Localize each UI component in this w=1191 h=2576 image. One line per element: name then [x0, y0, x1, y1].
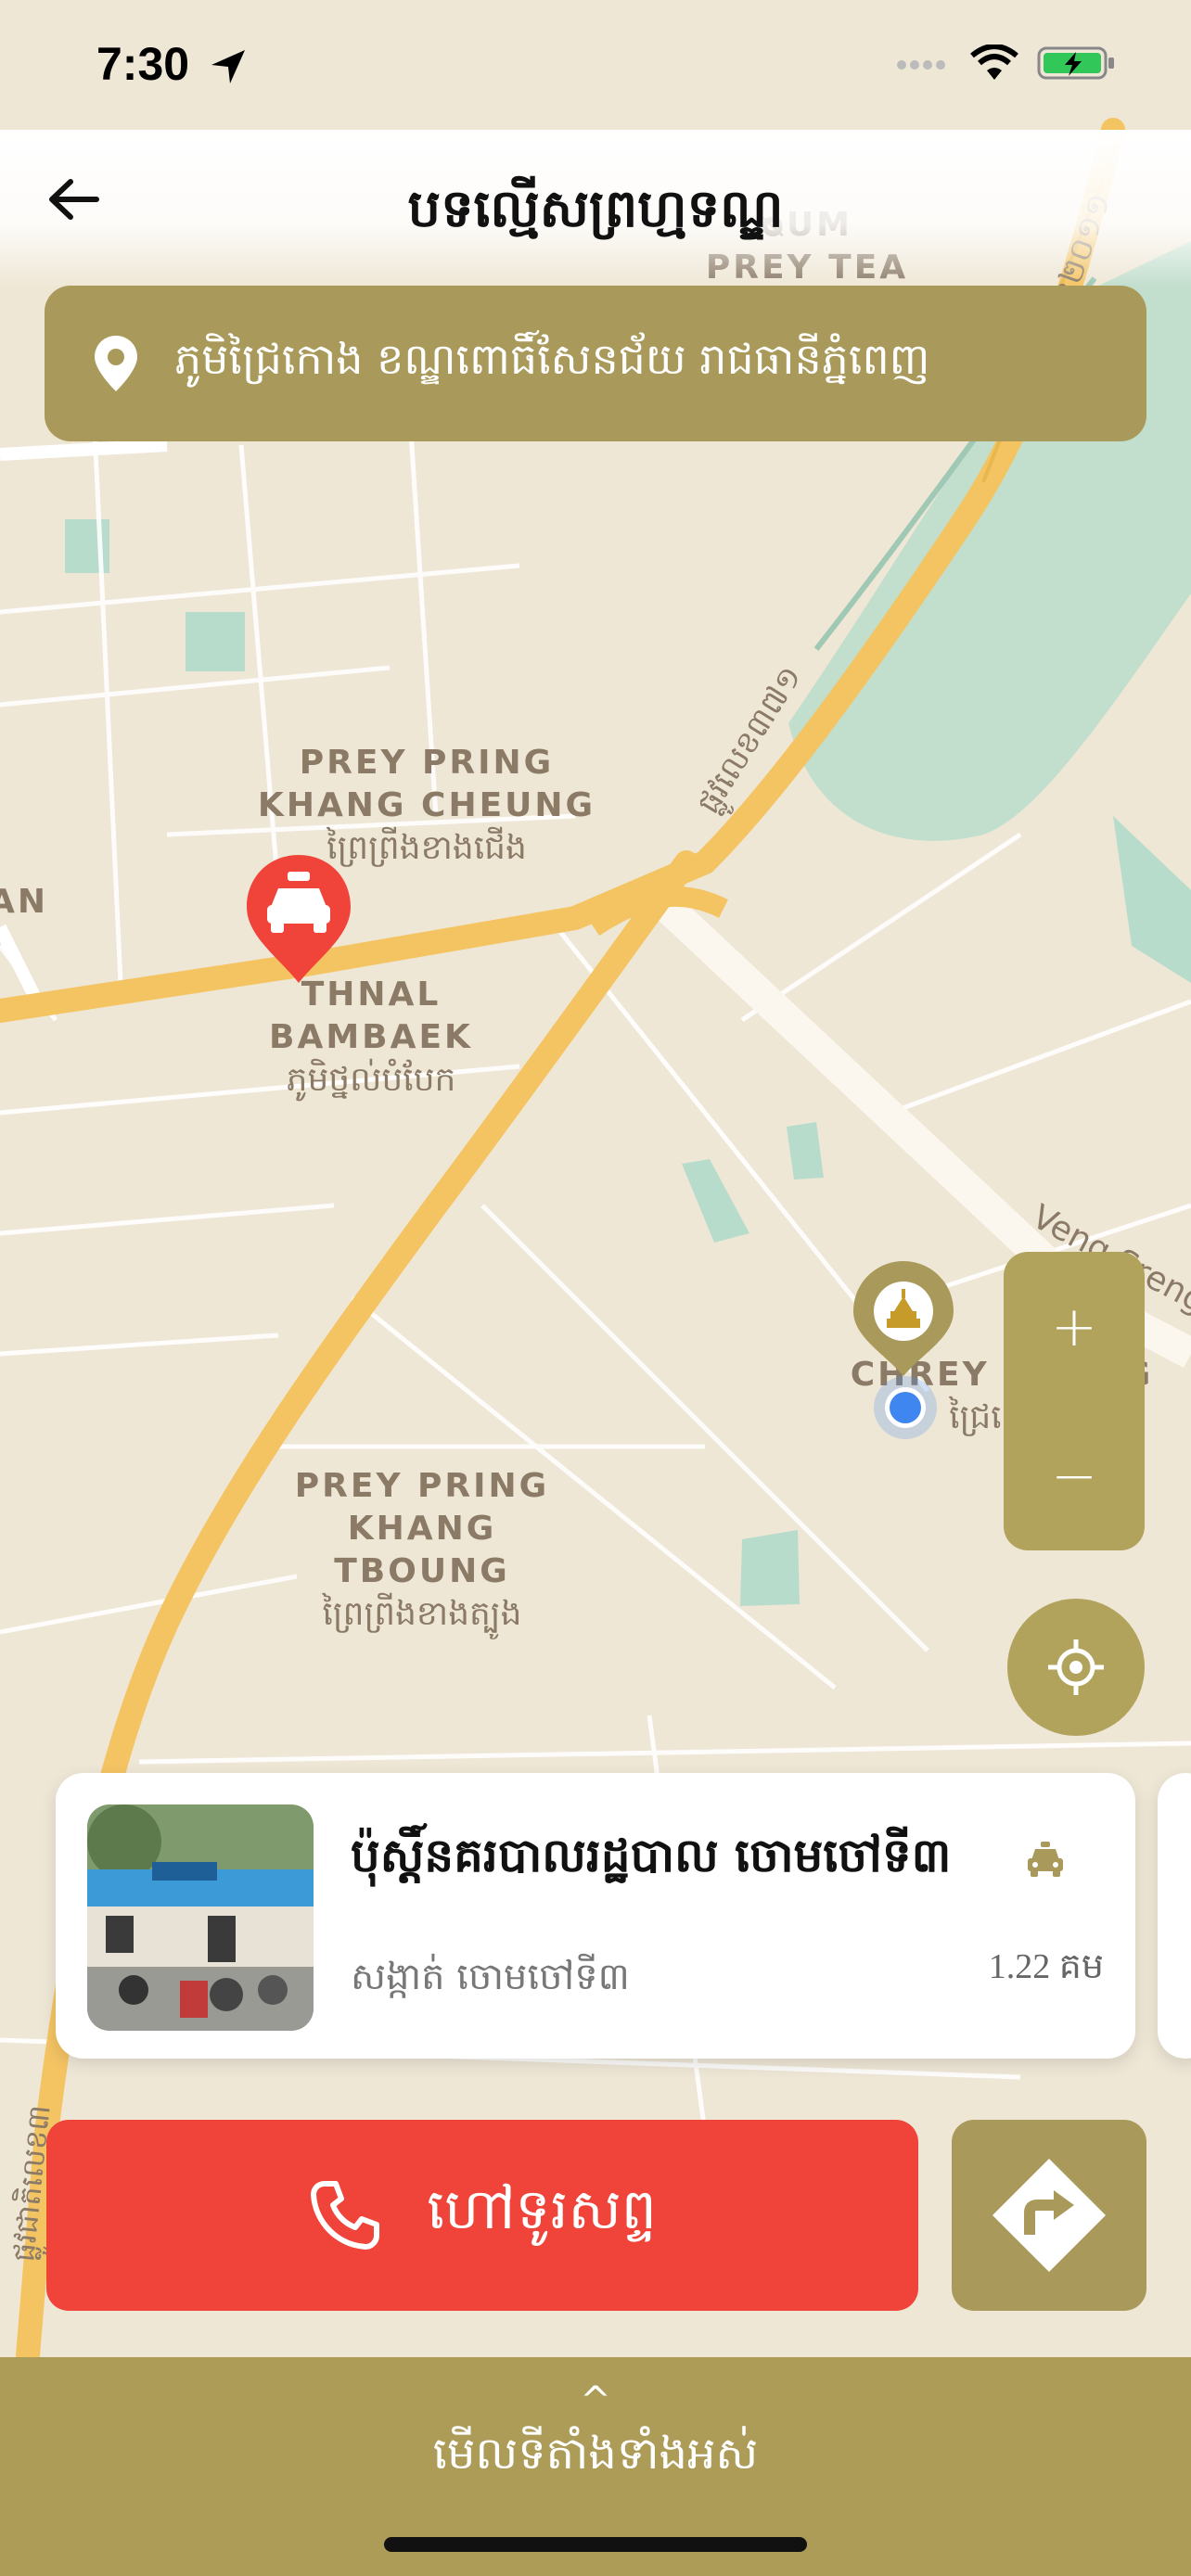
station-photo — [87, 1804, 314, 2031]
police-station-card[interactable]: ប៉ុស្តិ៍នគរបាលរដ្ឋបាល ចោមចៅទី៣ សង្កាត់ ច… — [56, 1773, 1135, 2059]
phone-icon — [311, 2181, 380, 2250]
card-title: ប៉ុស្តិ៍នគរបាលរដ្ឋបាល ចោមចៅទី៣ — [351, 1828, 952, 1882]
map-place-label: AN — [0, 883, 48, 921]
current-location-dot — [874, 1376, 937, 1439]
location-pin-icon — [95, 336, 137, 391]
signal-icon — [897, 60, 945, 70]
map-place-name: KHANG — [347, 1510, 497, 1548]
battery-icon — [1037, 46, 1114, 80]
map-place-name: TBOUNG — [334, 1552, 510, 1590]
map-place-name: BAMBAEK — [269, 1018, 473, 1056]
page-title: បទល្មើសព្រហ្មទណ្ឌ — [407, 178, 784, 239]
police-car-icon — [1028, 1842, 1063, 1877]
next-card-peek[interactable] — [1158, 1773, 1191, 2059]
map-place-label: THNAL BAMBAEK ភូមិថ្នល់បំបែក — [250, 974, 492, 1102]
map-place-name-km: ព្រៃព្រីងខាងត្បូង — [322, 1595, 522, 1633]
wifi-icon — [970, 45, 1018, 80]
card-distance: 1.22 គម — [988, 1947, 1104, 1986]
map-place-label: PREY PRING KHANG TBOUNG ព្រៃព្រីងខាងត្បូ… — [269, 1465, 575, 1636]
view-all-locations[interactable]: មើលទីតាំងទាំងអស់ — [0, 2426, 1191, 2491]
location-text: ភូមិជ្រៃកោង ខណ្ឌពោធិ៍សែនជ័យ រាជធានីភ្នំព… — [174, 333, 930, 384]
expand-caret-icon[interactable]: ^ — [0, 2379, 1191, 2422]
location-bar[interactable]: ភូមិជ្រៃកោង ខណ្ឌពោធិ៍សែនជ័យ រាជធានីភ្នំព… — [45, 286, 1146, 441]
map-place-name-km: ភូមិថ្នល់បំបែក — [286, 1061, 456, 1099]
zoom-out-button[interactable]: − — [1004, 1401, 1145, 1550]
directions-button[interactable] — [952, 2120, 1146, 2311]
card-subtitle: សង្កាត់ ចោមចៅទី៣ — [351, 1956, 630, 1998]
landmark-pin[interactable] — [848, 1257, 959, 1378]
directions-icon — [992, 2159, 1106, 2272]
call-button[interactable]: ហៅទូរសព្ទ — [46, 2120, 918, 2311]
home-indicator — [384, 2537, 807, 2552]
my-location-button[interactable] — [1007, 1599, 1145, 1736]
map-place-name: PREY PRING — [299, 744, 555, 782]
location-arrow-icon — [211, 50, 245, 83]
status-bar: 7:30 — [0, 0, 1191, 130]
map-place-name: PREY PRING — [294, 1467, 550, 1505]
zoom-control: + − — [1004, 1252, 1145, 1550]
map-place-name: KHANG CHEUNG — [257, 786, 596, 824]
crosshair-icon — [1048, 1639, 1104, 1695]
status-time: 7:30 — [96, 38, 190, 90]
police-station-pin[interactable] — [243, 851, 354, 987]
zoom-in-button[interactable]: + — [1004, 1252, 1145, 1401]
call-label: ហៅទូរសព្ទ — [427, 2177, 657, 2242]
